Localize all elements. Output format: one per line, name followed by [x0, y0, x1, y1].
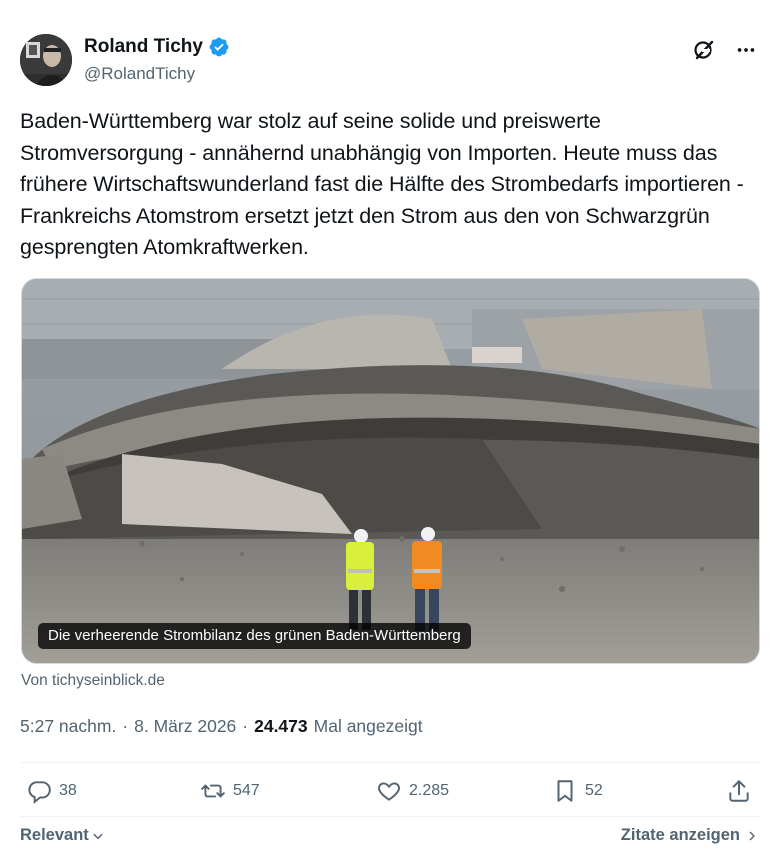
demolition-photo — [22, 279, 759, 663]
like-count: 2.285 — [409, 782, 450, 799]
separator: · — [122, 716, 129, 736]
sort-label: Relevant — [20, 826, 89, 844]
verified-badge-icon — [208, 36, 230, 58]
sort-dropdown[interactable]: Relevant — [20, 826, 105, 845]
reply-button[interactable]: 38 — [26, 778, 77, 804]
share-icon — [729, 780, 749, 802]
tweet-time[interactable]: 5:27 nachm. — [20, 716, 116, 737]
repost-icon — [201, 784, 225, 798]
view-quotes-link[interactable]: Zitate anzeigen — [621, 826, 758, 845]
views-label: Mal angezeigt — [313, 716, 423, 736]
heart-icon — [378, 782, 400, 801]
like-button[interactable]: 2.285 — [376, 778, 449, 804]
avatar[interactable] — [20, 34, 72, 86]
tweet-meta: 5:27 nachm. · 8. März 2026 · 24.473 Mal … — [20, 716, 423, 737]
chevron-down-icon — [93, 833, 103, 839]
reply-icon — [28, 781, 51, 804]
divider — [20, 762, 760, 763]
repost-count: 547 — [233, 782, 260, 799]
grok-icon[interactable] — [690, 36, 718, 64]
quotes-label: Zitate anzeigen — [620, 826, 740, 844]
media-caption: Die verheerende Strombilanz des grünen B… — [38, 623, 471, 649]
chevron-right-icon — [749, 831, 755, 840]
bookmark-count: 52 — [585, 782, 603, 799]
tweet-date[interactable]: 8. März 2026 — [134, 716, 236, 737]
repost-button[interactable]: 547 — [200, 778, 260, 804]
bookmark-button[interactable]: 52 — [552, 778, 603, 804]
views-count: 24.473 — [254, 716, 308, 736]
reply-count: 38 — [59, 782, 77, 799]
display-name[interactable]: Roland Tichy — [84, 36, 203, 58]
handle[interactable]: @RolandTichy — [84, 64, 195, 84]
action-bar: 38 547 2.285 52 — [20, 778, 760, 812]
divider — [20, 816, 760, 817]
bookmark-icon — [557, 780, 573, 802]
link-source[interactable]: Von tichyseinblick.de — [21, 672, 165, 690]
tweet-header: Roland Tichy @RolandTichy — [20, 34, 760, 90]
share-button[interactable] — [726, 778, 752, 804]
separator: · — [242, 716, 249, 736]
media-image[interactable]: Die verheerende Strombilanz des grünen B… — [21, 278, 760, 664]
tweet-text: Baden-Württemberg war stolz auf seine so… — [20, 109, 744, 259]
more-icon[interactable] — [732, 36, 760, 64]
